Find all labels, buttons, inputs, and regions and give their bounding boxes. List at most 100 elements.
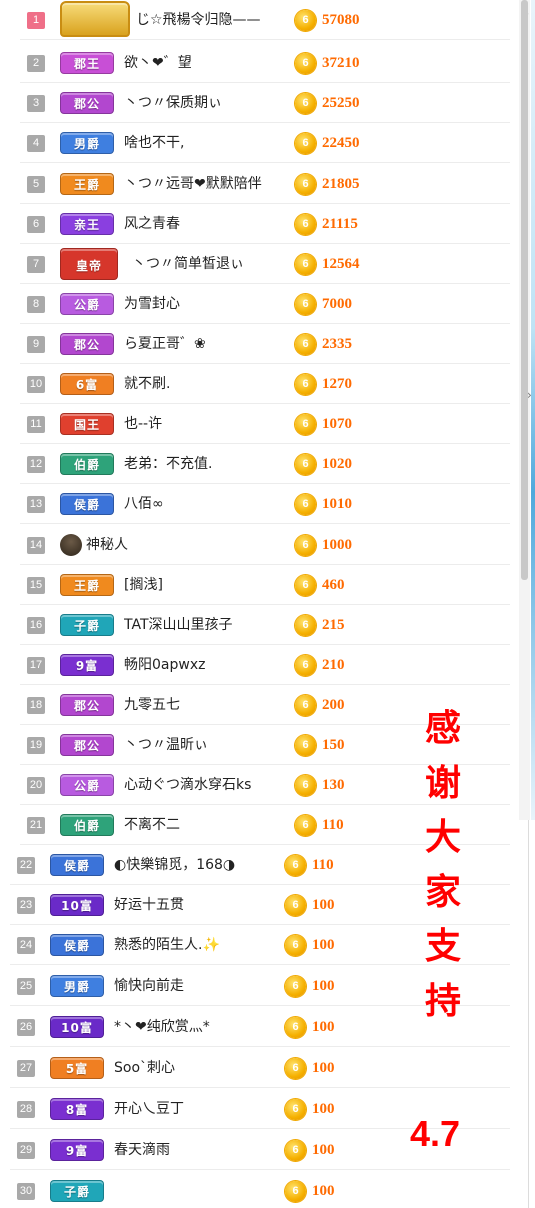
user-name[interactable]: 丶つ〃保质期ぃ <box>124 83 222 123</box>
rank-number: 4 <box>27 135 45 152</box>
score-value: 2335 <box>322 336 352 352</box>
leaderboard-row[interactable]: 15 王爵 [搁浅] 6 460 <box>20 565 510 605</box>
rank-title-badge: 10富 <box>50 894 104 916</box>
user-name[interactable]: ◐快樂锦觅，168◑ <box>114 845 235 885</box>
coin-icon: 6 <box>295 775 316 796</box>
user-name[interactable]: TAT深山山里孩子 <box>124 605 233 645</box>
user-name[interactable]: 八佰∞ <box>124 484 164 524</box>
leaderboard-row[interactable]: 4 男爵 啥也不干, 6 22450 <box>20 123 510 163</box>
crown-badge-icon <box>60 1 130 37</box>
leaderboard-row[interactable]: 7 皇帝 丶つ〃简单皙退ぃ 6 12564 <box>20 244 510 284</box>
user-name[interactable]: 熟悉的陌生人.✨ <box>114 925 220 965</box>
user-name[interactable]: 春天滴雨 <box>114 1130 170 1170</box>
coin-icon: 6 <box>295 374 316 395</box>
user-name[interactable]: 老弟：不充值. <box>124 444 212 484</box>
score-value: 210 <box>322 657 345 673</box>
rank-number: 26 <box>17 1019 35 1036</box>
leaderboard-row[interactable]: 27 5富 Soo`刺心 6 100 <box>10 1048 510 1088</box>
leaderboard-row[interactable]: 17 9富 畅阳0apwxz 6 210 <box>20 645 510 685</box>
leaderboard-row[interactable]: 12 伯爵 老弟：不充值. 6 1020 <box>20 444 510 484</box>
user-name[interactable]: 愉快向前走 <box>114 966 184 1006</box>
user-name[interactable]: 欲丶❤゛望 <box>124 43 192 83</box>
rank-number: 27 <box>17 1060 35 1077</box>
score-value: 21115 <box>322 216 358 232</box>
rank-title-badge: 10富 <box>50 1016 104 1038</box>
rank-title-badge: 郡公 <box>60 333 114 355</box>
user-name[interactable]: ら夏正哥゛❀ <box>124 324 206 364</box>
score-value: 100 <box>312 1019 335 1035</box>
leaderboard-row[interactable]: 13 侯爵 八佰∞ 6 1010 <box>20 484 510 524</box>
coin-icon: 6 <box>295 494 316 515</box>
rank-number: 28 <box>17 1101 35 1118</box>
score-value: 200 <box>322 697 345 713</box>
leaderboard-row[interactable]: 8 公爵 为雪封心 6 7000 <box>20 284 510 324</box>
rank-number: 5 <box>27 176 45 193</box>
leaderboard-row[interactable]: 2 郡王 欲丶❤゛望 6 37210 <box>20 43 510 83</box>
score-value: 25250 <box>322 95 360 111</box>
coin-icon: 6 <box>295 575 316 596</box>
coin-icon: 6 <box>295 334 316 355</box>
user-name[interactable]: じ☆飛楊令归隐—— <box>136 0 261 40</box>
leaderboard-row[interactable]: 5 王爵 丶つ〃远哥❤默默陪伴 6 21805 <box>20 164 510 204</box>
scrollbar-thumb[interactable] <box>521 0 528 580</box>
rank-title-badge: 侯爵 <box>60 493 114 515</box>
user-name[interactable]: 就不刷. <box>124 364 170 404</box>
rank-title-badge: 亲王 <box>60 213 114 235</box>
rank-number: 20 <box>27 777 45 794</box>
rank-number: 24 <box>17 937 35 954</box>
window-edge <box>531 0 535 820</box>
user-name[interactable]: 为雪封心 <box>124 284 180 324</box>
rank-number: 12 <box>27 456 45 473</box>
user-name[interactable]: 不离不二 <box>124 805 180 845</box>
user-name[interactable]: 丶つ〃温昕ぃ <box>124 725 208 765</box>
collapse-arrow-icon[interactable]: › <box>527 388 532 402</box>
score-value: 1000 <box>322 537 352 553</box>
leaderboard-row[interactable]: 30 子爵 6 100 <box>10 1171 510 1208</box>
user-name[interactable]: [搁浅] <box>124 565 163 605</box>
rank-number: 11 <box>27 416 45 433</box>
coin-icon: 6 <box>295 214 316 235</box>
date-overlay: 4.7 <box>410 1113 461 1154</box>
coin-icon: 6 <box>295 815 316 836</box>
leaderboard-row[interactable]: 10 6富 就不刷. 6 1270 <box>20 364 510 404</box>
rank-title-badge: 8富 <box>50 1098 104 1120</box>
user-name[interactable]: *丶❤纯欣赏灬* <box>114 1007 210 1047</box>
score-value: 22450 <box>322 135 360 151</box>
leaderboard-row[interactable]: 1 じ☆飛楊令归隐—— 6 57080 <box>20 0 510 40</box>
leaderboard-row[interactable]: 6 亲王 风之青春 6 21115 <box>20 204 510 244</box>
user-name[interactable]: 风之青春 <box>124 204 180 244</box>
user-name[interactable]: 开心乀豆丁 <box>114 1089 184 1129</box>
score-value: 100 <box>312 1183 335 1199</box>
user-name[interactable]: 也--许 <box>124 404 162 444</box>
rank-number: 8 <box>27 296 45 313</box>
user-name[interactable]: 畅阳0apwxz <box>124 645 205 685</box>
user-name[interactable]: 丶つ〃远哥❤默默陪伴 <box>124 164 262 204</box>
coin-icon: 6 <box>295 53 316 74</box>
score-value: 57080 <box>322 12 360 28</box>
rank-title-badge: 男爵 <box>50 975 104 997</box>
user-name[interactable]: 神秘人 <box>86 525 128 565</box>
user-name[interactable]: 啥也不干, <box>124 123 184 163</box>
mystery-avatar-icon <box>60 534 82 556</box>
rank-number: 16 <box>27 617 45 634</box>
leaderboard-row[interactable]: 16 子爵 TAT深山山里孩子 6 215 <box>20 605 510 645</box>
rank-number: 2 <box>27 55 45 72</box>
rank-title-badge: 国王 <box>60 413 114 435</box>
coin-icon: 6 <box>295 655 316 676</box>
thanks-overlay: 感谢大家支持 <box>418 702 468 1029</box>
leaderboard-row[interactable]: 9 郡公 ら夏正哥゛❀ 6 2335 <box>20 324 510 364</box>
leaderboard-row[interactable]: 11 国王 也--许 6 1070 <box>20 404 510 444</box>
score-value: 100 <box>312 1142 335 1158</box>
user-name[interactable]: 九零五七 <box>124 685 180 725</box>
user-name[interactable]: Soo`刺心 <box>114 1048 175 1088</box>
thanks-char: 感 <box>424 708 461 749</box>
rank-number: 1 <box>27 12 45 29</box>
divider <box>528 820 529 1208</box>
leaderboard-row[interactable]: 3 郡公 丶つ〃保质期ぃ 6 25250 <box>20 83 510 123</box>
rank-number: 10 <box>27 376 45 393</box>
user-name[interactable]: 丶つ〃简单皙退ぃ <box>132 244 244 284</box>
user-name[interactable]: 心动ぐつ滴水穿石ks <box>124 765 251 805</box>
rank-title-badge: 9富 <box>60 654 114 676</box>
leaderboard-row[interactable]: 14 神秘人 6 1000 <box>20 525 510 565</box>
user-name[interactable]: 好运十五贯 <box>114 885 184 925</box>
